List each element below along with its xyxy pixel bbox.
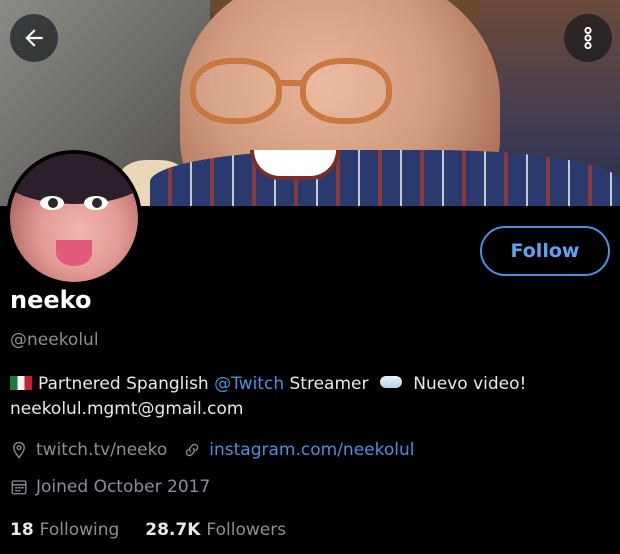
followers-count: 28.7K: [145, 520, 201, 540]
banner-glasses-bridge: [276, 80, 306, 86]
followers-label: Followers: [206, 520, 287, 540]
following-stat[interactable]: 18 Following: [10, 520, 119, 540]
location-pin-icon: [10, 441, 28, 459]
avatar-tongue: [56, 240, 92, 266]
avatar-eye-right: [84, 196, 108, 210]
website-link[interactable]: twitch.tv/neeko: [36, 440, 167, 460]
bio-line-1: Partnered Spanglish @Twitch Streamer Nue…: [10, 372, 610, 397]
more-options-button[interactable]: [564, 14, 612, 62]
link-icon: [183, 441, 201, 459]
follow-stats: 18 Following 28.7K Followers: [10, 520, 312, 540]
calendar-icon: [10, 478, 28, 496]
banner-glasses-left: [190, 58, 282, 124]
cloud-icon: [379, 376, 402, 388]
following-label: Following: [39, 520, 120, 540]
joined-date-row: Joined October 2017: [10, 477, 210, 497]
bio-email: neekolul.mgmt@gmail.com: [10, 399, 244, 419]
vertical-dots-icon: [584, 26, 592, 50]
profile-avatar[interactable]: [6, 150, 142, 286]
mexico-flag-icon: [10, 376, 32, 390]
banner-shirt: [150, 150, 620, 206]
banner-glasses-right: [300, 58, 392, 124]
avatar-eye-left: [40, 196, 64, 210]
bio-text-3: Nuevo video!: [407, 374, 527, 394]
profile-handle: @neekolul: [10, 330, 99, 350]
avatar-hair: [10, 154, 138, 204]
following-count: 18: [10, 520, 34, 540]
profile-name: neeko: [10, 286, 92, 314]
bio-text-1: Partnered Spanglish: [38, 374, 215, 394]
instagram-link[interactable]: instagram.com/neekolul: [209, 440, 414, 460]
follow-button[interactable]: Follow: [480, 226, 610, 276]
profile-links-row: twitch.tv/neeko instagram.com/neekolul: [10, 440, 414, 460]
avatar-image: [10, 154, 138, 282]
bio-text-2: Streamer: [284, 374, 374, 394]
joined-date: Joined October 2017: [36, 477, 211, 497]
back-button[interactable]: [10, 14, 58, 62]
arrow-left-icon: [25, 29, 43, 47]
bio-mention-link[interactable]: @Twitch: [214, 374, 284, 394]
followers-stat[interactable]: 28.7K Followers: [145, 520, 286, 540]
profile-bio: Partnered Spanglish @Twitch Streamer Nue…: [10, 372, 610, 422]
